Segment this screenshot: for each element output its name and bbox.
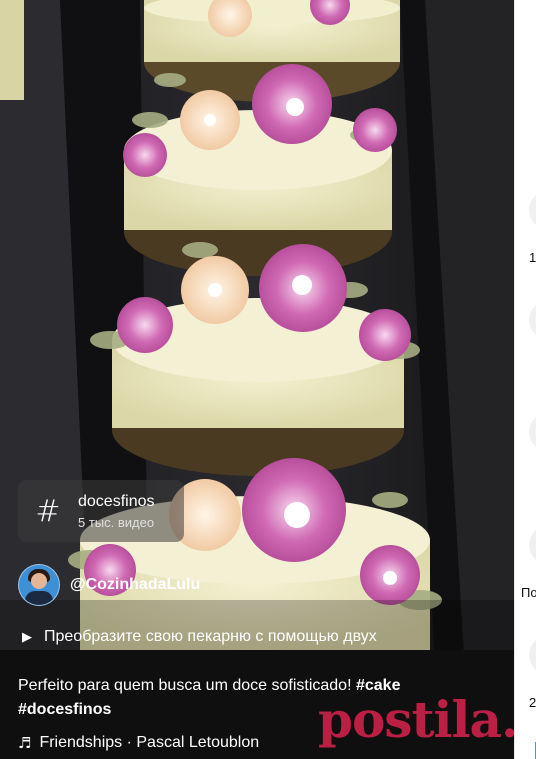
play-icon: ▶	[22, 629, 32, 644]
promo-text: Преобразите свою пекарню с помощью двух	[44, 628, 377, 645]
hashtag-video-count: 5 тыс. видео	[78, 514, 155, 530]
action-label-2: По	[521, 585, 536, 600]
channel-info[interactable]: @CozinhadaLulu	[18, 564, 200, 606]
action-label-3: 2	[529, 695, 536, 710]
music-note-icon: ♬	[18, 734, 32, 752]
share-button[interactable]	[529, 525, 536, 565]
channel-avatar[interactable]	[18, 564, 60, 606]
music-track-name: Friendships · Pascal Letoublon	[39, 734, 260, 751]
music-track[interactable]: ♬ Friendships · Pascal Letoublon	[18, 734, 259, 752]
watermark: postila.ru	[318, 690, 514, 749]
action-label-1: 1	[529, 250, 536, 265]
dislike-button[interactable]	[529, 300, 536, 340]
like-button[interactable]	[529, 190, 536, 230]
comment-button[interactable]	[529, 412, 536, 452]
promo-link[interactable]: ▶ Преобразите свою пекарню с помощью дву…	[22, 628, 377, 646]
hashtag-icon: #	[35, 493, 61, 529]
hashtag-name: docesfinos	[78, 492, 155, 510]
shorts-video-player[interactable]: # docesfinos 5 тыс. видео @CozinhadaLulu…	[0, 0, 514, 759]
hashtag-chip[interactable]: # docesfinos 5 тыс. видео	[18, 480, 184, 542]
caption-text: Perfeito para quem busca um doce sofisti…	[18, 677, 352, 694]
caption-hashtag-docesfinos[interactable]: #docesfinos	[18, 701, 111, 718]
channel-handle[interactable]: @CozinhadaLulu	[70, 576, 200, 594]
right-action-panel: 1 По 2	[514, 0, 536, 759]
remix-button[interactable]	[529, 635, 536, 675]
